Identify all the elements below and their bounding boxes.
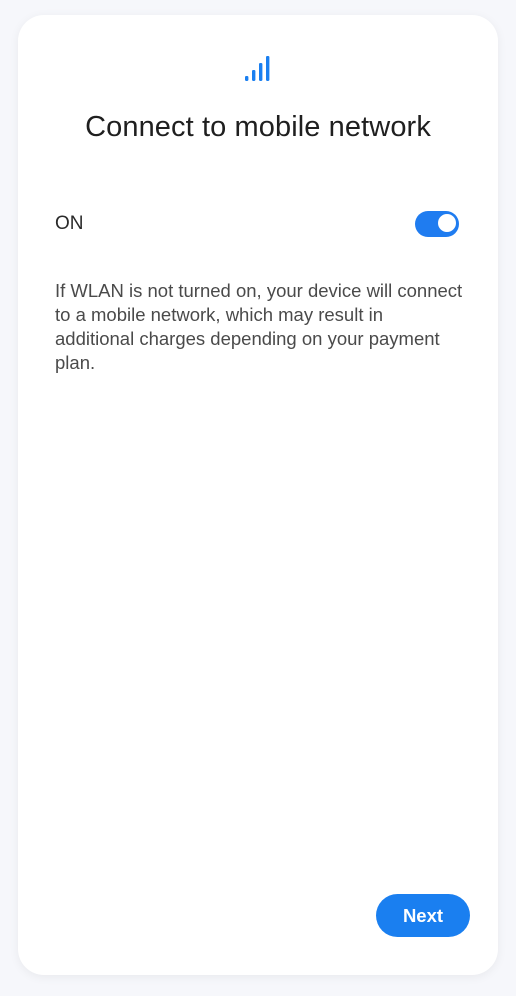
setup-card: Connect to mobile network ON If WLAN is … [18,15,498,975]
signal-bars-icon [245,56,270,81]
mobile-network-description: If WLAN is not turned on, your device wi… [55,280,463,373]
mobile-data-status-label: ON [55,213,84,234]
next-button[interactable]: Next [376,894,470,937]
mobile-data-toggle[interactable] [415,211,459,237]
mobile-data-row: ON [55,211,459,239]
toggle-knob [437,213,457,233]
page-title: Connect to mobile network [85,111,431,143]
